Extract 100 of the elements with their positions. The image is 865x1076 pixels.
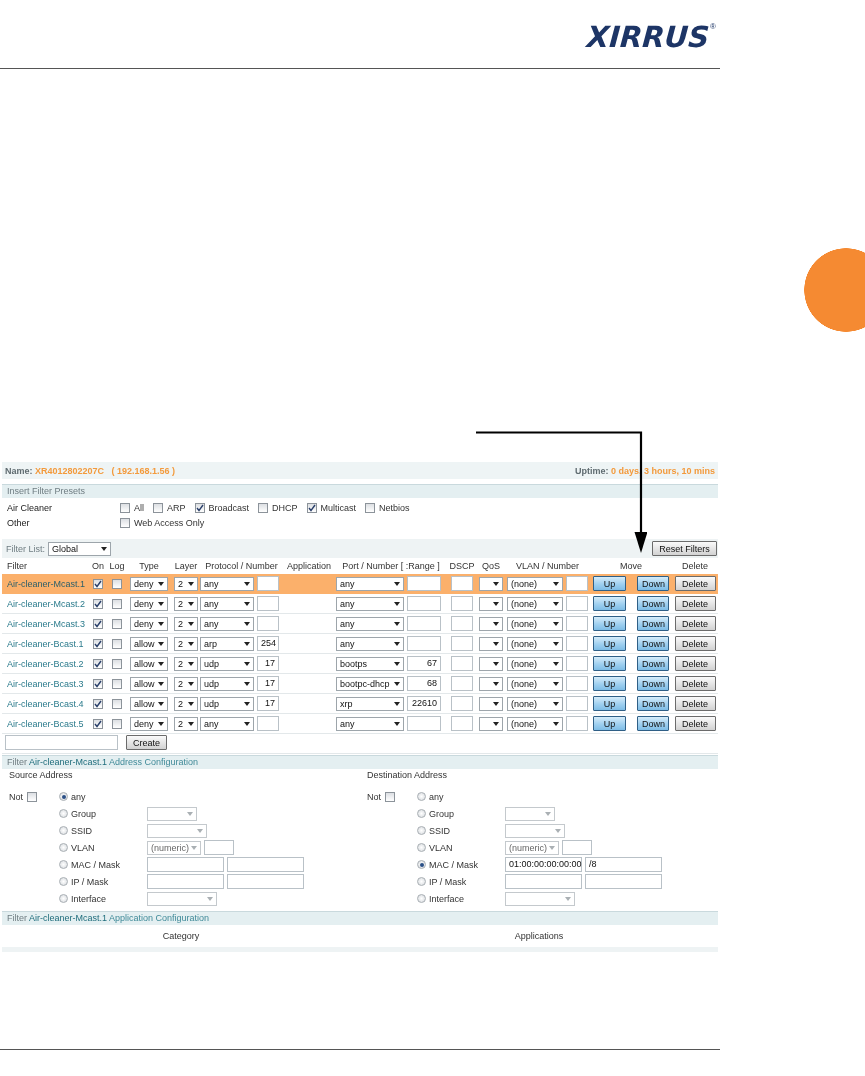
dropdown[interactable]: (none) bbox=[507, 696, 563, 711]
input-field[interactable] bbox=[147, 857, 224, 872]
dropdown[interactable]: any bbox=[200, 596, 254, 611]
filter-name[interactable]: Air-cleaner-Bcast.1 bbox=[2, 633, 88, 654]
radio-button[interactable] bbox=[59, 826, 68, 835]
input-field[interactable]: /8 bbox=[585, 857, 662, 872]
checkbox[interactable] bbox=[120, 502, 130, 513]
down-button[interactable]: Down bbox=[637, 596, 669, 611]
dropdown[interactable]: any bbox=[336, 576, 404, 591]
input-field[interactable]: 68 bbox=[407, 676, 441, 691]
delete-button[interactable]: Delete bbox=[674, 696, 716, 711]
checkbox[interactable] bbox=[93, 598, 103, 609]
input-field[interactable] bbox=[566, 656, 588, 671]
input-field[interactable] bbox=[451, 676, 473, 691]
down-button[interactable]: Down bbox=[637, 656, 669, 671]
delete-button[interactable]: Delete bbox=[674, 576, 716, 591]
dropdown[interactable]: 2 bbox=[174, 696, 198, 711]
dropdown[interactable]: bootps bbox=[336, 656, 404, 671]
input-field[interactable]: 22610 bbox=[407, 696, 441, 711]
input-field[interactable] bbox=[451, 576, 473, 591]
input-field[interactable] bbox=[147, 874, 224, 889]
input-field[interactable] bbox=[566, 576, 588, 591]
input-field[interactable] bbox=[257, 576, 279, 591]
input-field[interactable] bbox=[451, 636, 473, 651]
table-row[interactable]: Air-cleaner-Mcast.2 deny 2 any any (none) Up Down Delete bbox=[2, 593, 718, 614]
table-row[interactable]: Air-cleaner-Bcast.3 allow 2 udp 17 bootpc-dhcp 68 (none) Up Down Delete bbox=[2, 673, 718, 694]
dropdown[interactable] bbox=[479, 656, 503, 671]
dropdown[interactable]: deny bbox=[130, 616, 168, 631]
dropdown[interactable]: any bbox=[336, 716, 404, 731]
dropdown[interactable]: (none) bbox=[507, 716, 563, 731]
radio-button[interactable] bbox=[59, 860, 68, 869]
dropdown[interactable]: 2 bbox=[174, 716, 198, 731]
dropdown[interactable]: any bbox=[336, 616, 404, 631]
dropdown[interactable] bbox=[479, 576, 503, 591]
down-button[interactable]: Down bbox=[637, 636, 669, 651]
input-field[interactable] bbox=[407, 716, 441, 731]
radio-button[interactable] bbox=[59, 894, 68, 903]
checkbox[interactable] bbox=[258, 502, 269, 513]
dropdown[interactable]: any bbox=[200, 716, 254, 731]
dropdown[interactable] bbox=[479, 596, 503, 611]
table-row[interactable]: Air-cleaner-Mcast.3 deny 2 any any (none) Up Down Delete bbox=[2, 613, 718, 634]
filter-name[interactable]: Air-cleaner-Bcast.2 bbox=[2, 653, 88, 674]
dropdown[interactable]: arp bbox=[200, 636, 254, 651]
input-field[interactable] bbox=[566, 696, 588, 711]
radio-button[interactable] bbox=[59, 877, 68, 886]
input-field[interactable] bbox=[566, 636, 588, 651]
checkbox[interactable] bbox=[93, 578, 103, 589]
dropdown[interactable]: (none) bbox=[507, 636, 563, 651]
delete-button[interactable]: Delete bbox=[674, 596, 716, 611]
dropdown[interactable]: (numeric) bbox=[505, 840, 559, 855]
table-row[interactable]: Air-cleaner-Bcast.4 allow 2 udp 17 xrp 22610 (none) Up Down Delete bbox=[2, 693, 718, 714]
radio-button[interactable] bbox=[417, 792, 426, 801]
input-field[interactable] bbox=[257, 616, 279, 631]
dropdown[interactable]: allow bbox=[130, 656, 168, 671]
up-button[interactable]: Up bbox=[593, 676, 626, 691]
input-field[interactable] bbox=[562, 840, 592, 855]
delete-button[interactable]: Delete bbox=[674, 616, 716, 631]
radio-button[interactable] bbox=[417, 809, 426, 818]
checkbox[interactable] bbox=[112, 618, 122, 629]
dropdown[interactable]: bootpc-dhcp bbox=[336, 676, 404, 691]
up-button[interactable]: Up bbox=[593, 576, 626, 591]
delete-button[interactable]: Delete bbox=[674, 636, 716, 651]
input-field[interactable] bbox=[566, 616, 588, 631]
dropdown[interactable]: udp bbox=[200, 696, 254, 711]
input-field[interactable]: 67 bbox=[407, 656, 441, 671]
radio-button[interactable] bbox=[59, 792, 68, 801]
dropdown[interactable]: (none) bbox=[507, 596, 563, 611]
input-field[interactable]: 17 bbox=[257, 676, 279, 691]
filter-name[interactable]: Air-cleaner-Mcast.2 bbox=[2, 593, 88, 614]
down-button[interactable]: Down bbox=[637, 676, 669, 691]
dropdown[interactable] bbox=[479, 716, 503, 731]
up-button[interactable]: Up bbox=[593, 596, 626, 611]
input-field[interactable]: 01:00:00:00:00:00 bbox=[505, 857, 582, 872]
dropdown[interactable]: any bbox=[200, 616, 254, 631]
dropdown[interactable]: (none) bbox=[507, 676, 563, 691]
reset-filters-button[interactable]: Reset Filters bbox=[652, 541, 717, 556]
checkbox[interactable] bbox=[93, 678, 103, 689]
checkbox[interactable] bbox=[306, 502, 317, 513]
filter-name[interactable]: Air-cleaner-Bcast.5 bbox=[2, 713, 88, 734]
dropdown[interactable]: 2 bbox=[174, 676, 198, 691]
checkbox[interactable] bbox=[93, 698, 103, 709]
checkbox[interactable] bbox=[153, 502, 163, 513]
dropdown[interactable]: 2 bbox=[174, 576, 198, 591]
checkbox[interactable] bbox=[93, 618, 103, 629]
checkbox[interactable] bbox=[112, 598, 122, 609]
dropdown[interactable]: (none) bbox=[507, 576, 563, 591]
checkbox[interactable] bbox=[112, 718, 122, 729]
checkbox[interactable] bbox=[112, 698, 122, 709]
dropdown[interactable]: (none) bbox=[507, 656, 563, 671]
dropdown[interactable]: 2 bbox=[174, 616, 198, 631]
dropdown[interactable] bbox=[479, 676, 503, 691]
dropdown[interactable]: deny bbox=[130, 596, 168, 611]
table-row[interactable]: Air-cleaner-Bcast.5 deny 2 any any (none) Up Down Delete bbox=[2, 713, 718, 734]
dropdown[interactable]: any bbox=[336, 636, 404, 651]
table-row[interactable]: Air-cleaner-Mcast.1 deny 2 any any (none) Up Down Delete bbox=[2, 574, 718, 594]
input-field[interactable] bbox=[257, 596, 279, 611]
radio-button[interactable] bbox=[59, 843, 68, 852]
input-field[interactable]: 254 bbox=[257, 636, 279, 651]
input-field[interactable] bbox=[227, 857, 304, 872]
input-field[interactable] bbox=[566, 596, 588, 611]
